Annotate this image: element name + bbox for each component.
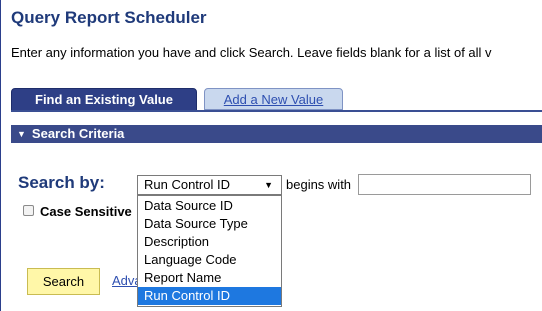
instructions-text: Enter any information you have and click… <box>11 45 492 60</box>
operator-label: begins with <box>286 177 352 192</box>
collapse-triangle-icon: ▼ <box>17 129 26 139</box>
search-criteria-header[interactable]: ▼ Search Criteria <box>11 125 542 143</box>
dropdown-option-run-control-id[interactable]: Run Control ID <box>138 287 281 305</box>
case-sensitive-label: Case Sensitive <box>40 204 132 219</box>
dropdown-option-description[interactable]: Description <box>138 233 281 251</box>
dropdown-option-data-source-type[interactable]: Data Source Type <box>138 215 281 233</box>
section-title: Search Criteria <box>31 126 125 141</box>
dropdown-arrow-icon: ▼ <box>264 180 273 190</box>
search-value-input[interactable] <box>358 174 531 195</box>
search-by-label: Search by: <box>18 173 105 192</box>
advanced-search-link[interactable]: Advanced Search <box>112 273 140 288</box>
dropdown-option-language-code[interactable]: Language Code <box>138 251 281 269</box>
tab-find-existing-value[interactable]: Find an Existing Value <box>11 88 197 112</box>
dropdown-option-data-source-id[interactable]: Data Source ID <box>138 197 281 215</box>
dropdown-option-report-name[interactable]: Report Name <box>138 269 281 287</box>
search-field-dropdown-list: Data Source ID Data Source Type Descript… <box>137 195 282 307</box>
tab-add-new-value[interactable]: Add a New Value <box>204 88 343 110</box>
page-title: Query Report Scheduler <box>11 8 207 27</box>
selected-field-value: Run Control ID <box>144 177 230 192</box>
tab-divider <box>11 110 542 112</box>
search-field-select[interactable]: Run Control ID ▼ <box>137 175 282 195</box>
page-frame: Query Report Scheduler Enter any informa… <box>0 0 542 311</box>
case-sensitive-checkbox[interactable] <box>23 205 34 216</box>
search-button[interactable]: Search <box>27 268 100 295</box>
